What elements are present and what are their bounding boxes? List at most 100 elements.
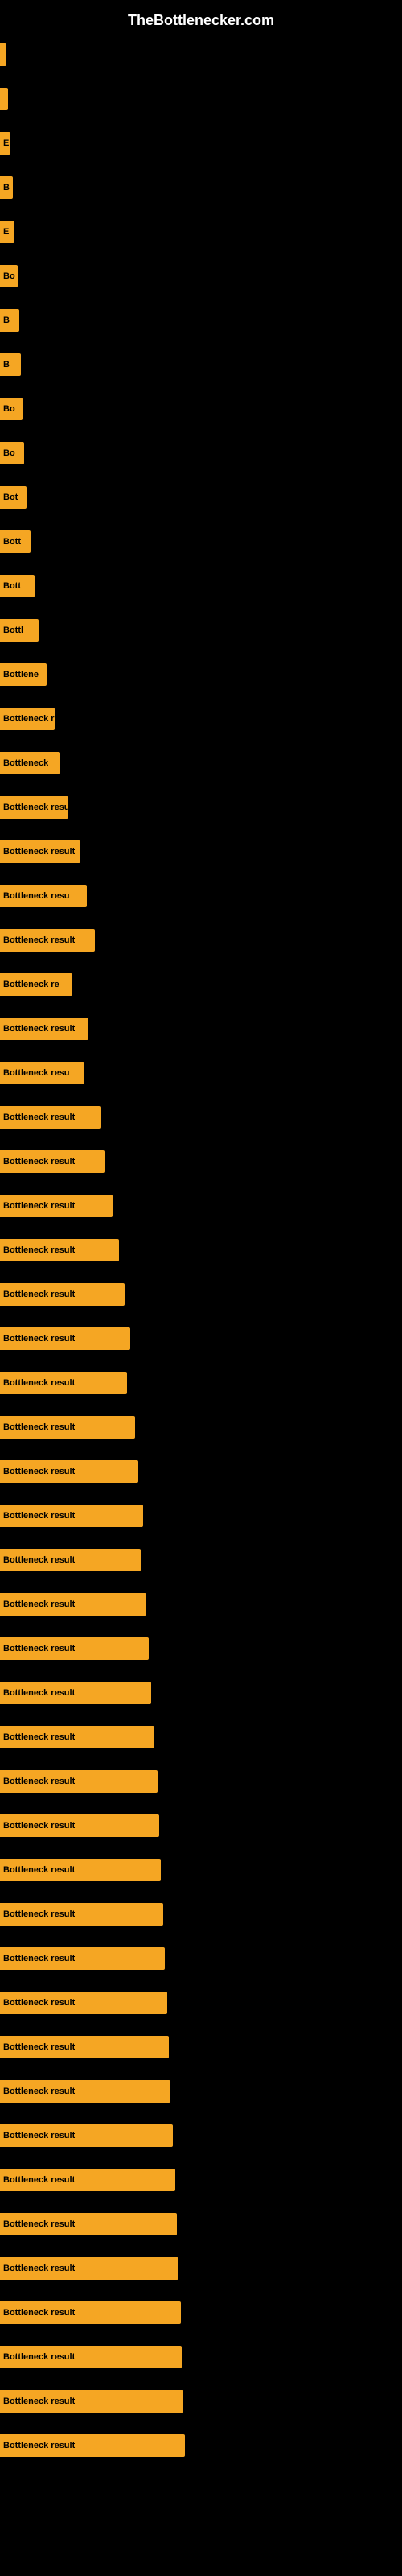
result-bar: Bottleneck result [0,1992,167,2014]
bar-row: Bottleneck result [0,1006,402,1051]
bar-row: Bottleneck result [0,2113,402,2157]
bar-label: Bottleneck result [3,1998,75,2008]
result-bar: B [0,176,13,199]
bar-row: Bottleneck result [0,1759,402,1803]
bar-label: Bottleneck resu [3,1068,70,1078]
result-bar: B [0,353,21,376]
bar-label: E [3,138,9,148]
bar-row: Bottleneck [0,741,402,785]
result-bar: E [0,132,10,155]
result-bar: Bottleneck result [0,2434,185,2457]
bar-row: Bottleneck result [0,1715,402,1759]
bar-label: Bottleneck result [3,1644,75,1653]
bar-row: Bottleneck result [0,2157,402,2202]
bar-label: Bottleneck result [3,1024,75,1034]
result-bar: Bottleneck re [0,973,72,996]
bar-row: Bottleneck resu [0,785,402,829]
bar-row: Bo [0,386,402,431]
bar-label: Bottleneck re [3,980,59,989]
bar-label: Bottleneck result [3,1688,75,1698]
bar-row: Bottleneck result [0,1272,402,1316]
bar-label: Bo [3,404,15,414]
bar-label: Bottleneck result [3,2042,75,2052]
bar-label: Bottleneck result [3,1777,75,1786]
bar-row: Bottleneck result [0,1803,402,1847]
result-bar: Bottleneck result [0,1770,158,1793]
bar-label: Bottleneck result [3,1821,75,1831]
bar-label: B [3,183,10,192]
bar-row: Bottleneck result [0,2069,402,2113]
bar-label: Bo [3,448,15,458]
bar-label: Bottleneck result [3,847,75,857]
bar-row: Bottleneck result [0,1626,402,1670]
result-bar: Bottleneck result [0,1814,159,1837]
result-bar: Bottleneck result [0,1460,138,1483]
result-bar: Bot [0,486,27,509]
result-bar: Bottleneck result [0,2301,181,2324]
bar-label: B [3,316,10,325]
bar-row: Bottleneck result [0,2202,402,2246]
result-bar: Bottleneck result [0,1239,119,1261]
bar-label: Bottleneck result [3,2264,75,2273]
bar-row: Bo [0,254,402,298]
bar-label: Bottleneck result [3,1555,75,1565]
result-bar: Bottl [0,619,39,642]
bar-label: Bottlene [3,670,39,679]
bar-label: Bottleneck result [3,1909,75,1919]
bar-label: Bottleneck result [3,2308,75,2318]
bar-label: Bottleneck result [3,1511,75,1521]
result-bar: Bottleneck result [0,1859,161,1881]
result-bar [0,88,8,110]
result-bar: Bottleneck [0,752,60,774]
bar-label: Bottleneck result [3,1422,75,1432]
result-bar [0,43,6,66]
result-bar: Bottleneck result [0,2169,175,2191]
bar-row: Bottleneck result [0,918,402,962]
result-bar: Bottleneck resu [0,1062,84,1084]
bar-row: Bottleneck result [0,2246,402,2290]
bar-label: Bottleneck result [3,1290,75,1299]
result-bar: Bottleneck result [0,1372,127,1394]
bar-label: Bottl [3,625,23,635]
bars-container: EBEBoBBBoBoBotBottBottBottlBottleneBottl… [0,32,402,2467]
result-bar: Bottleneck resu [0,885,87,907]
result-bar: Bottleneck result [0,1682,151,1704]
bar-row: B [0,165,402,209]
bar-label: Bottleneck result [3,2396,75,2406]
result-bar: Bottleneck result [0,2213,177,2235]
bar-row: Bottleneck result [0,1582,402,1626]
bar-row: Bot [0,475,402,519]
bar-row: E [0,121,402,165]
result-bar: Bottleneck result [0,2080,170,2103]
result-bar: Bo [0,265,18,287]
result-bar: Bottleneck result [0,2036,169,2058]
bar-label: Bottleneck result [3,1378,75,1388]
bar-label: Bottleneck result [3,1467,75,1476]
bar-label: Bottleneck result [3,2087,75,2096]
result-bar: Bottleneck result [0,1018,88,1040]
bar-label: Bottleneck result [3,1732,75,1742]
bar-row: Bott [0,519,402,564]
bar-label: Bottleneck [3,758,48,768]
result-bar: Bottleneck result [0,1150,105,1173]
bar-label: Bottleneck result [3,1954,75,1963]
bar-row: Bottleneck res [0,696,402,741]
bar-row: Bottleneck result [0,1892,402,1936]
bar-row: B [0,298,402,342]
result-bar: Bo [0,442,24,464]
bar-row: Bottleneck result [0,1670,402,1715]
bar-row [0,32,402,76]
result-bar: B [0,309,19,332]
bar-label: Bottleneck result [3,2175,75,2185]
result-bar: Bottleneck result [0,840,80,863]
result-bar: Bottlene [0,663,47,686]
result-bar: Bottleneck result [0,1947,165,1970]
bar-row: Bottlene [0,652,402,696]
bar-row: B [0,342,402,386]
result-bar: Bottleneck result [0,2124,173,2147]
result-bar: Bottleneck result [0,2390,183,2413]
bar-row: Bottleneck result [0,1095,402,1139]
bar-row: Bo [0,431,402,475]
result-bar: Bottleneck result [0,1637,149,1660]
bar-row: Bottleneck result [0,1538,402,1582]
